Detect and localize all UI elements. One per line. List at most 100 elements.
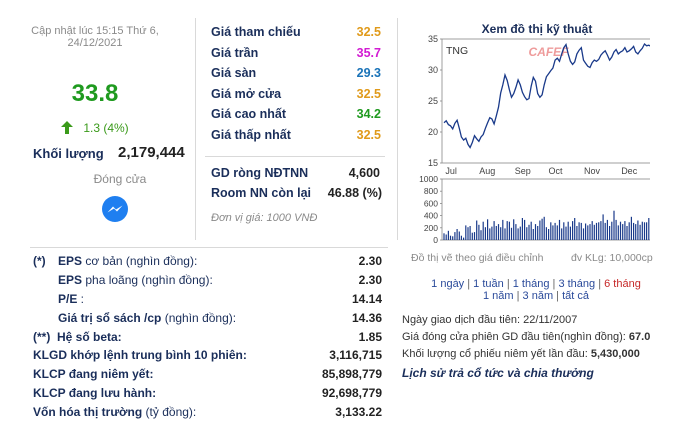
- fundamental-value: 92,698,779: [321, 386, 382, 400]
- arrow-up-icon: [61, 121, 74, 134]
- price-row-label: Giá mở cửa: [211, 86, 282, 101]
- first-price-label: Giá đóng cửa phiên GD đầu tiên(nghìn đồn…: [402, 331, 626, 343]
- fundamental-row: Vốn hóa thị trường (tỷ đồng):: [33, 405, 196, 419]
- month-label: Jul: [445, 166, 457, 176]
- range-separator: |: [513, 290, 523, 302]
- first-volume-label: Khối lượng cổ phiếu niêm yết lần đầu:: [402, 348, 588, 360]
- price-row-label: Giá trần: [211, 45, 259, 60]
- note-marker: (**): [33, 330, 51, 344]
- fundamental-row: P/E :: [33, 292, 84, 306]
- first-volume-value: 5,430,000: [590, 348, 640, 360]
- room-value: 46.88 (%): [327, 186, 382, 200]
- chart-note: Đồ thị vẽ theo giá điều chỉnh: [411, 252, 544, 264]
- volume-tick-label: 600: [424, 198, 438, 208]
- fundamental-label: Giá trị sổ sách /cp: [58, 311, 162, 325]
- price-tick-label: 30: [428, 65, 438, 75]
- price-row-value: 35.7: [356, 45, 381, 60]
- fundamental-unit: (tỷ đồng):: [142, 405, 197, 419]
- gd-rong-value: 4,600: [348, 166, 380, 180]
- range-separator: |: [553, 290, 563, 302]
- range-separator: |: [464, 278, 474, 290]
- first-trade-date: Ngày giao dịch đầu tiên: 22/11/2007: [402, 314, 578, 326]
- range-link[interactable]: 3 năm: [523, 290, 554, 302]
- volume-tick-label: 800: [424, 186, 438, 196]
- month-label: Sep: [515, 166, 531, 176]
- market-status: Đóng cửa: [93, 172, 147, 186]
- range-link[interactable]: 3 tháng: [558, 278, 595, 290]
- price-row-value: 32.5: [356, 128, 381, 142]
- month-label: Aug: [479, 166, 495, 176]
- price-tick-label: 15: [428, 158, 438, 168]
- fundamental-value: 14.36: [351, 311, 382, 325]
- fundamental-row: (*) EPS cơ bản (nghìn đồng):: [33, 254, 197, 268]
- fundamental-label: KLCP đang niêm yết:: [33, 367, 154, 381]
- price-change: 1.3 (4%): [0, 121, 190, 135]
- price-tick-label: 20: [428, 127, 438, 137]
- price-row-label: Giá thấp nhất: [211, 128, 291, 142]
- month-label: Dec: [621, 166, 638, 176]
- unit-note: Đơn vị giá: 1000 VNĐ: [211, 212, 318, 224]
- divider: [30, 247, 388, 248]
- fundamental-row: KLCP đang lưu hành:: [33, 386, 156, 400]
- gd-rong-label: GD ròng NĐTNN: [211, 166, 309, 180]
- price-row-value: 32.5: [356, 86, 381, 101]
- ticker-label: TNG: [446, 45, 468, 57]
- price-row-value: 32.5: [356, 25, 381, 39]
- fundamental-label: EPS: [58, 254, 83, 268]
- range-separator: |: [503, 278, 513, 290]
- fundamental-unit: :: [77, 292, 85, 306]
- fundamental-unit: pha loãng (nghìn đồng):: [82, 273, 213, 287]
- range-link[interactable]: 1 tuần: [473, 278, 504, 290]
- update-date: 24/12/2021: [67, 37, 123, 49]
- first-price: Giá đóng cửa phiên GD đầu tiên(nghìn đồn…: [402, 331, 650, 343]
- fundamental-value: 3,133.22: [335, 405, 382, 419]
- range-link[interactable]: 1 tháng: [513, 278, 550, 290]
- fundamental-row: (**) Hệ số beta:: [33, 330, 122, 344]
- current-price: 33.8: [71, 80, 119, 107]
- volume-tick-label: 400: [424, 211, 438, 221]
- fundamental-row: Giá trị sổ sách /cp (nghìn đồng):: [33, 311, 236, 325]
- fundamental-unit: cơ bản (nghìn đồng):: [82, 254, 198, 268]
- fundamental-row: KLCP đang niêm yết:: [33, 367, 153, 381]
- fundamental-label: Hệ số beta:: [57, 330, 122, 344]
- price-row-value: 34.2: [356, 107, 381, 122]
- first-price-value: 67.0: [628, 331, 651, 343]
- fundamental-label: KLGD khớp lệnh trung bình 10 phiên:: [33, 348, 247, 362]
- messenger-icon: [102, 196, 128, 222]
- range-row: 1 năm | 3 năm | tất cả: [400, 290, 672, 302]
- price-tick-label: 25: [428, 96, 438, 106]
- update-label: Cập nhật lúc 15:15 Thứ 6,: [31, 25, 159, 37]
- price-row-label: Giá cao nhất: [211, 107, 287, 122]
- volume-tick-label: 200: [424, 223, 438, 233]
- volume-tick-label: 1000: [419, 174, 438, 184]
- price-tick-label: 35: [428, 34, 438, 44]
- update-time: Cập nhật lúc 15:15 Thứ 6, 24/12/2021: [0, 25, 190, 49]
- range-separator: |: [595, 278, 605, 290]
- range-link[interactable]: 1 năm: [483, 290, 514, 302]
- volume-unit: đv KLg: 10,000cp: [571, 252, 653, 264]
- fundamental-label: Vốn hóa thị trường: [33, 405, 143, 419]
- fundamental-value: 2.30: [358, 273, 382, 287]
- fundamental-unit: (nghìn đồng):: [161, 311, 237, 325]
- fundamental-value: 2.30: [358, 254, 382, 268]
- fundamental-value: 1.85: [358, 330, 382, 344]
- room-label: Room NN còn lại: [211, 186, 312, 200]
- volume-tick-label: 0: [433, 235, 438, 245]
- fundamental-label: P/E: [58, 292, 78, 306]
- price-row-label: Giá tham chiếu: [211, 25, 301, 39]
- fundamental-row: EPS pha loãng (nghìn đồng):: [33, 273, 213, 287]
- range-link[interactable]: 6 tháng: [604, 278, 641, 290]
- fundamental-value: 14.14: [351, 292, 382, 306]
- volume-label: Khối lượng: [33, 146, 104, 161]
- fundamental-row: KLGD khớp lệnh trung bình 10 phiên:: [33, 348, 247, 362]
- month-label: Oct: [549, 166, 564, 176]
- dividend-history-link[interactable]: Lịch sử trả cổ tức và chia thưởng: [402, 366, 594, 380]
- price-row-value: 29.3: [356, 66, 381, 81]
- note-marker: (*): [33, 254, 46, 268]
- range-link[interactable]: 1 ngày: [431, 278, 464, 290]
- range-link[interactable]: tất cả: [562, 290, 589, 302]
- price-row-label: Giá sàn: [211, 66, 257, 81]
- messenger-share-button[interactable]: [102, 196, 128, 222]
- technical-chart: TNG CAFEF 15 20 25 30 35 Jul Aug Sep Oct Nov Dec 0 200…: [419, 34, 650, 245]
- fundamental-label: KLCP đang lưu hành:: [33, 386, 157, 400]
